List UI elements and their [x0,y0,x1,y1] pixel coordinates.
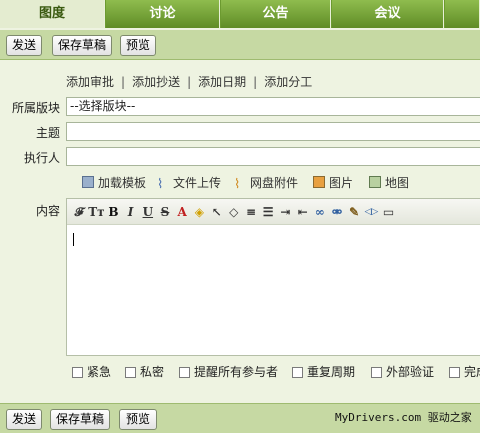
italic-icon[interactable]: I [123,204,139,220]
template-icon [82,176,94,188]
tab-discussion[interactable]: 讨论 [106,0,220,28]
unlink-icon[interactable]: ⚮ [329,204,345,220]
private-label: 私密 [140,365,165,379]
more-icon[interactable]: ▭ [381,204,397,220]
cloud-attachment-button[interactable]: ⌇ 网盘附件 [234,174,298,192]
tab-announcement[interactable]: 公告 [221,0,331,28]
image-label: 图片 [329,176,354,190]
external-verify-label: 外部验证 [386,365,435,379]
checkbox-box[interactable] [179,367,190,378]
file-upload-button[interactable]: ⌇ 文件上传 [157,174,221,192]
tab-bar: 图度 讨论 公告 会议 [0,0,480,28]
urgent-checkbox[interactable]: 紧急 [72,364,111,380]
list-icon[interactable]: ☰ [260,204,276,220]
checkbox-box[interactable] [125,367,136,378]
align-icon[interactable]: ≡ [243,204,259,220]
tab-tudu[interactable]: 图度 [0,0,105,28]
add-division-link[interactable]: 添加分工 [264,73,312,90]
image-icon [313,176,325,188]
urgent-label: 紧急 [87,365,112,379]
edit-icon[interactable]: ✎ [346,204,362,220]
separator: | [187,75,192,89]
separator: | [253,75,258,89]
send-button-bottom[interactable]: 发送 [6,409,42,430]
bold-icon[interactable]: B [105,204,121,220]
add-cc-link[interactable]: 添加抄送 [132,73,180,90]
board-label: 所属版块 [11,101,60,115]
add-approval-link[interactable]: 添加审批 [66,73,114,90]
external-verify-checkbox[interactable]: 外部验证 [371,364,434,380]
strikethrough-icon[interactable]: S [157,204,173,220]
watermark: MyDrivers.com 驱动之家 [335,411,472,424]
checkbox-box[interactable] [292,367,303,378]
source-code-icon[interactable]: ◁▷ [363,204,379,220]
top-toolbar: 发送 保存草稿 预览 [0,30,480,60]
image-button[interactable]: 图片 [313,174,353,192]
tab-meeting[interactable]: 会议 [332,0,444,28]
highlight-color-icon[interactable]: ◈ [191,204,207,220]
tab-overflow [445,0,480,28]
map-button[interactable]: 地图 [369,174,409,192]
remind-all-checkbox[interactable]: 提醒所有参与者 [179,364,278,380]
executor-input[interactable] [66,147,480,166]
checkbox-box[interactable] [371,367,382,378]
save-draft-button-bottom[interactable]: 保存草稿 [50,409,110,430]
board-select[interactable]: --选择版块-- [66,97,480,116]
cloud-attachment-label: 网盘附件 [250,176,299,190]
content-label: 内容 [35,204,60,218]
outdent-icon[interactable]: ⇤ [295,204,311,220]
font-size-icon[interactable]: Tт [88,204,104,220]
editor-toolbar: 𝓕 Tт B I U S A ◈ ↖ ◇ ≡ ☰ ⇥ ⇤ ∞ ⚮ ✎ ◁▷ ▭ [67,199,480,225]
font-family-icon[interactable]: 𝓕 [71,204,87,220]
map-icon [369,176,381,188]
link-icon[interactable]: ∞ [312,204,328,220]
add-date-link[interactable]: 添加日期 [198,73,246,90]
paperclip-icon: ⌇ [157,177,164,192]
load-template-label: 加载模板 [98,176,147,190]
eraser-icon[interactable]: ◇ [226,204,242,220]
file-upload-label: 文件上传 [173,176,222,190]
rich-text-editor: 𝓕 Tт B I U S A ◈ ↖ ◇ ≡ ☰ ⇥ ⇤ ∞ ⚮ ✎ ◁▷ ▭ [66,198,480,356]
remind-all-label: 提醒所有参与者 [194,365,279,379]
editor-content-area[interactable] [67,226,480,355]
private-checkbox[interactable]: 私密 [125,364,164,380]
send-button[interactable]: 发送 [6,35,42,56]
complete-checkbox[interactable]: 完成 [449,364,480,380]
save-draft-button[interactable]: 保存草稿 [52,35,112,56]
text-color-icon[interactable]: A [174,204,190,220]
complete-label: 完成 [464,365,480,379]
preview-button-bottom[interactable]: 预览 [119,409,157,430]
separator: | [121,75,126,89]
add-links-row: 添加审批 | 添加抄送 | 添加日期 | 添加分工 [66,73,312,91]
subject-input[interactable] [66,122,480,141]
checkbox-box[interactable] [72,367,83,378]
preview-button[interactable]: 预览 [120,35,156,56]
checkbox-box[interactable] [449,367,460,378]
subject-label: 主题 [35,126,60,140]
text-caret [73,233,74,246]
underline-icon[interactable]: U [140,204,156,220]
executor-label: 执行人 [23,151,60,165]
pointer-icon[interactable]: ↖ [209,204,225,220]
paperclip-orange-icon: ⌇ [234,177,241,192]
map-label: 地图 [385,176,410,190]
indent-icon[interactable]: ⇥ [277,204,293,220]
repeat-cycle-label: 重复周期 [307,365,356,379]
load-template-button[interactable]: 加载模板 [82,174,146,192]
repeat-cycle-checkbox[interactable]: 重复周期 [292,364,355,380]
